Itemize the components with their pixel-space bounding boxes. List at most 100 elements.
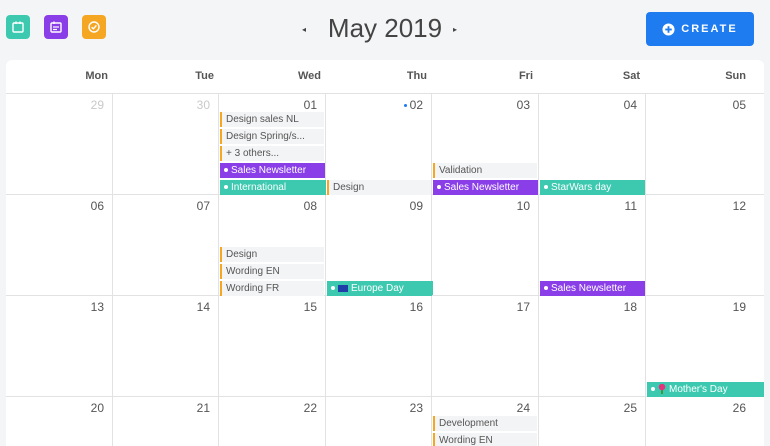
day-cell[interactable]: 29 <box>6 94 113 195</box>
event-bullet <box>544 286 548 291</box>
weekday-wed: Wed <box>297 70 321 82</box>
create-label: CREATE <box>681 23 738 35</box>
day-cell[interactable]: 05 <box>646 94 764 195</box>
day-number: 11 <box>624 199 637 213</box>
task-event[interactable]: Design sales NL <box>220 112 324 127</box>
day-number: 29 <box>90 98 104 112</box>
day-cell[interactable]: 07 <box>113 195 219 296</box>
day-number: 13 <box>90 300 104 314</box>
event-bullet <box>651 387 655 392</box>
day-cell[interactable]: 18 <box>539 296 646 397</box>
day-number: 09 <box>409 199 423 213</box>
day-number: 25 <box>623 401 637 415</box>
task-event[interactable]: Wording FR <box>220 281 324 296</box>
day-cell[interactable]: 24 Development Wording EN <box>432 397 539 446</box>
month-calendar: Mon Tue Wed Thu Fri Sat Sun 29 30 01 Des… <box>6 60 764 446</box>
newsletter-event[interactable]: Sales Newsletter <box>433 180 538 195</box>
next-month-arrow[interactable]: ▸ <box>453 25 457 34</box>
day-cell[interactable]: 26 <box>646 397 764 446</box>
event-bullet <box>544 185 548 190</box>
task-view-button[interactable] <box>82 15 106 39</box>
day-number: 01 <box>303 98 317 112</box>
day-cell[interactable]: 20 <box>6 397 113 446</box>
day-number: 16 <box>409 300 423 314</box>
calendar-edit-icon <box>50 21 62 33</box>
check-circle-icon <box>88 21 100 33</box>
day-number: 17 <box>516 300 530 314</box>
weekday-fri: Fri <box>518 70 533 82</box>
day-cell[interactable]: 02 Design <box>326 94 432 195</box>
newsletter-event[interactable]: Sales Newsletter <box>220 163 325 178</box>
day-number: 15 <box>303 300 317 314</box>
task-event[interactable]: Design Spring/s... <box>220 129 324 144</box>
day-cell[interactable]: 12 <box>646 195 764 296</box>
day-cell[interactable]: 11 Sales Newsletter <box>539 195 646 296</box>
day-cell[interactable]: 14 <box>113 296 219 397</box>
day-cell[interactable]: 30 <box>113 94 219 195</box>
day-number: 21 <box>196 401 210 415</box>
day-cell[interactable]: 08 Design Wording EN Wording FR <box>219 195 326 296</box>
holiday-event[interactable]: International <box>220 180 326 195</box>
day-number-text: 02 <box>409 98 423 112</box>
day-number: 18 <box>623 300 637 314</box>
day-cell[interactable]: 09 Europe Day <box>326 195 433 296</box>
day-cell[interactable]: 13 <box>6 296 113 397</box>
weekday-sat: Sat <box>622 70 640 82</box>
event-label: Europe Day <box>351 283 404 294</box>
create-button[interactable]: CREATE <box>646 12 754 46</box>
day-cell[interactable]: 16 <box>326 296 432 397</box>
task-event[interactable]: Design <box>220 247 324 262</box>
event-label: Mother's Day <box>669 384 728 395</box>
weekday-thu: Thu <box>406 70 427 82</box>
holiday-event[interactable]: StarWars day <box>540 180 645 195</box>
calendar-edit-view-button[interactable] <box>44 15 68 39</box>
task-event[interactable]: Development <box>433 416 537 431</box>
day-cell[interactable]: 15 <box>219 296 326 397</box>
day-cell[interactable]: 19 Mother's Day <box>646 296 764 397</box>
day-cell[interactable]: 17 <box>432 296 539 397</box>
event-bullet <box>437 185 441 190</box>
day-number: 05 <box>732 98 746 112</box>
more-events-link[interactable]: + 3 others... <box>220 146 324 161</box>
event-bullet <box>331 286 335 291</box>
day-number: 30 <box>196 98 210 112</box>
day-number: 02 <box>403 98 423 112</box>
event-label: Sales Newsletter <box>551 283 627 294</box>
prev-month-arrow[interactable]: ◂ <box>302 25 306 34</box>
day-cell[interactable]: 21 <box>113 397 219 446</box>
day-cell[interactable]: 25 <box>539 397 646 446</box>
task-event[interactable]: Validation <box>433 163 537 178</box>
day-number: 07 <box>196 199 210 213</box>
day-cell[interactable]: 04 StarWars day <box>539 94 646 195</box>
event-bullet <box>224 185 228 190</box>
day-number: 23 <box>409 401 423 415</box>
newsletter-event[interactable]: Sales Newsletter <box>540 281 645 296</box>
event-label: Sales Newsletter <box>231 165 307 176</box>
day-number: 10 <box>516 199 530 213</box>
task-event[interactable]: Wording EN <box>433 433 537 446</box>
day-cell[interactable]: 22 <box>219 397 326 446</box>
day-number: 14 <box>196 300 210 314</box>
event-label: StarWars day <box>551 182 612 193</box>
plus-circle-icon <box>662 22 675 36</box>
calendar-view-button[interactable] <box>6 15 30 39</box>
day-cell[interactable]: 23 <box>326 397 432 446</box>
day-cell[interactable]: 10 <box>432 195 539 296</box>
toolbar: ◂ May 2019 ▸ CREATE <box>0 0 770 56</box>
weekday-header: Mon Tue Wed Thu Fri Sat Sun <box>6 60 764 94</box>
day-number: 19 <box>732 300 746 314</box>
calendar-icon <box>12 21 24 33</box>
day-number: 20 <box>90 401 104 415</box>
event-label: International <box>231 182 287 193</box>
holiday-event[interactable]: Mother's Day <box>647 382 764 397</box>
holiday-event[interactable]: Europe Day <box>327 281 433 296</box>
day-number: 22 <box>303 401 317 415</box>
day-cell[interactable]: 06 <box>6 195 113 296</box>
day-cell[interactable]: 03 Validation Sales Newsletter <box>432 94 539 195</box>
task-event[interactable]: Wording EN <box>220 264 324 279</box>
event-bullet <box>224 168 228 173</box>
task-event[interactable]: Design <box>327 180 431 195</box>
day-cell[interactable]: 01 Design sales NL Design Spring/s... + … <box>219 94 326 195</box>
event-label: Sales Newsletter <box>444 182 520 193</box>
day-number: 12 <box>732 199 746 213</box>
